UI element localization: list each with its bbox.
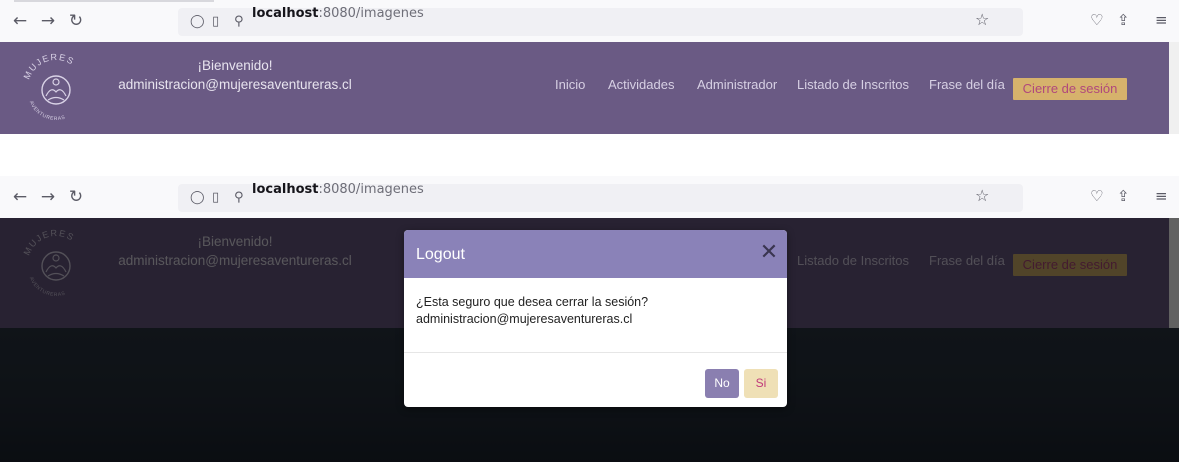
logout-button[interactable]: Cierre de sesión: [1013, 78, 1127, 100]
nav-administrador[interactable]: Administrador: [697, 76, 777, 94]
back-arrow-icon[interactable]: ←: [10, 11, 30, 31]
browser-toolbar: ← → ↻ ◯ ▯ ⚲ localhost:8080/imagenes ☆ ♡ …: [0, 0, 1179, 42]
modal-divider: [404, 352, 787, 353]
logo[interactable]: MUJERES AVENTURERAS: [18, 50, 94, 126]
permissions-icon[interactable]: ⚲: [234, 13, 244, 31]
welcome-message: ¡Bienvenido! administracion@mujeresavent…: [115, 56, 355, 94]
url-path: :8080/imagenes: [318, 182, 424, 197]
tab-strip: [14, 0, 214, 2]
modal-body: ¿Esta seguro que desea cerrar la sesión?…: [416, 294, 776, 328]
site-header: MUJERES AVENTURERAS ¡Bienvenido! adminis…: [0, 42, 1169, 134]
page-scrollbar[interactable]: [1169, 42, 1179, 134]
nav-actividades[interactable]: Actividades: [608, 76, 674, 94]
url-host: localhost: [252, 6, 319, 21]
back-arrow-icon[interactable]: ←: [10, 187, 30, 207]
no-button[interactable]: No: [705, 369, 739, 398]
permissions-icon[interactable]: ⚲: [234, 189, 244, 207]
menu-hamburger-icon[interactable]: ≡: [1155, 187, 1168, 205]
url-text[interactable]: localhost:8080/imagenes: [252, 6, 424, 22]
screenshot-before: ← → ↻ ◯ ▯ ⚲ localhost:8080/imagenes ☆ ♡ …: [0, 0, 1179, 134]
bookmark-star-icon[interactable]: ☆: [975, 10, 989, 29]
page-icon: ▯: [212, 14, 220, 29]
modal-message: ¿Esta seguro que desea cerrar la sesión?: [416, 295, 649, 309]
close-icon[interactable]: ✕: [758, 241, 780, 265]
page-icon: ▯: [212, 190, 220, 205]
bookmark-star-icon[interactable]: ☆: [975, 186, 989, 205]
modal-email: administracion@mujeresaventureras.cl: [416, 312, 633, 326]
shield-icon[interactable]: ◯: [190, 189, 205, 207]
forward-arrow-icon[interactable]: →: [38, 11, 58, 31]
pocket-icon[interactable]: ♡: [1090, 187, 1103, 205]
nav-listado-inscritos[interactable]: Listado de Inscritos: [797, 76, 909, 94]
share-icon[interactable]: ⇪: [1117, 11, 1130, 29]
modal-header: Logout ✕: [404, 230, 787, 278]
welcome-greeting: ¡Bienvenido!: [197, 58, 273, 73]
screenshot-after: ← → ↻ ◯ ▯ ⚲ localhost:8080/imagenes ☆ ♡ …: [0, 176, 1179, 462]
logout-modal: Logout ✕ ¿Esta seguro que desea cerrar l…: [404, 230, 787, 407]
url-host: localhost: [252, 182, 319, 197]
nav-inicio[interactable]: Inicio: [555, 76, 585, 94]
reload-icon[interactable]: ↻: [66, 187, 86, 207]
reload-icon[interactable]: ↻: [66, 11, 86, 31]
share-icon[interactable]: ⇪: [1117, 187, 1130, 205]
browser-toolbar: ← → ↻ ◯ ▯ ⚲ localhost:8080/imagenes ☆ ♡ …: [0, 176, 1179, 218]
modal-title: Logout: [416, 246, 465, 263]
url-path: :8080/imagenes: [318, 6, 424, 21]
shield-icon[interactable]: ◯: [190, 13, 205, 31]
nav-frase-del-dia[interactable]: Frase del día: [929, 76, 1005, 94]
welcome-email: administracion@mujeresaventureras.cl: [118, 77, 352, 92]
si-button[interactable]: Si: [744, 369, 778, 398]
menu-hamburger-icon[interactable]: ≡: [1155, 11, 1168, 29]
logo-text-top: MUJERES: [22, 52, 77, 81]
url-text[interactable]: localhost:8080/imagenes: [252, 182, 424, 198]
forward-arrow-icon[interactable]: →: [38, 187, 58, 207]
pocket-icon[interactable]: ♡: [1090, 11, 1103, 29]
